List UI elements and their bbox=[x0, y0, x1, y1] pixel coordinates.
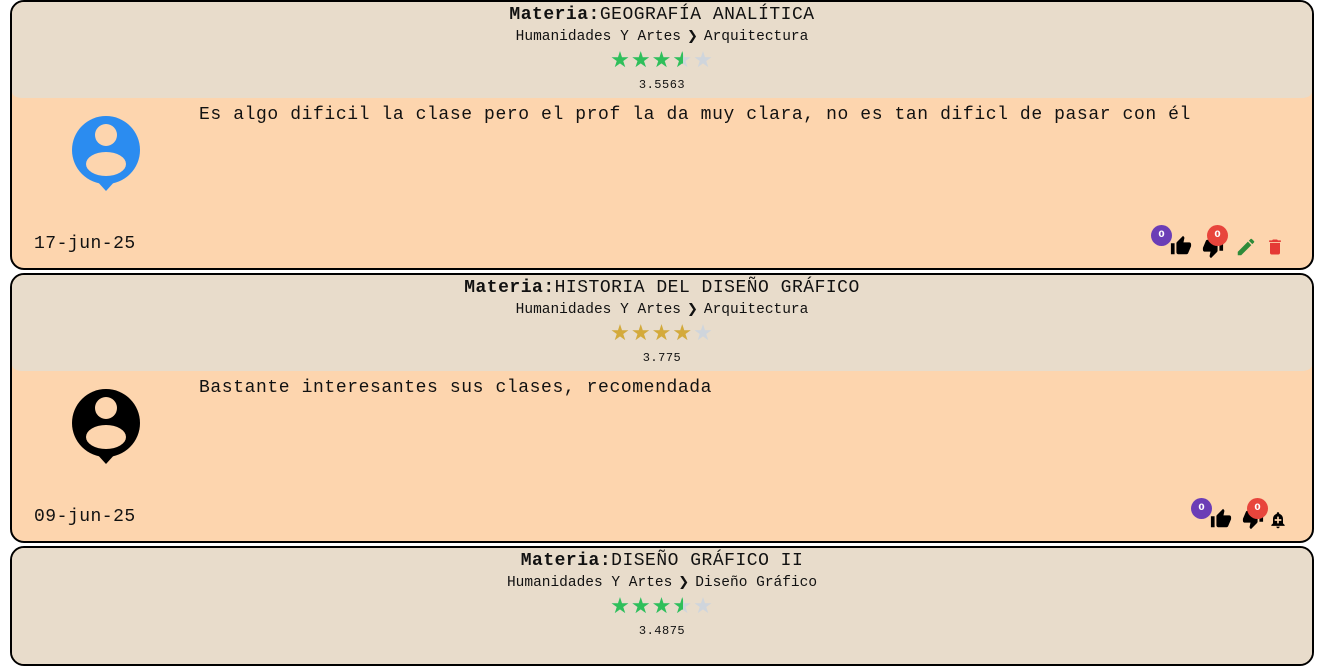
chevron-right-icon: ❯ bbox=[687, 302, 698, 317]
review-card: Materia:HISTORIA DEL DISEÑO GRÁFICO Huma… bbox=[10, 273, 1314, 543]
review-date: 17-jun-25 bbox=[34, 234, 136, 254]
star-icon: ★★ bbox=[610, 321, 631, 346]
delete-icon[interactable] bbox=[1265, 236, 1285, 258]
thumbs-up-icon[interactable] bbox=[1210, 508, 1232, 530]
star-icon: ★★ bbox=[630, 594, 652, 619]
review-actions: 0 0 bbox=[1132, 495, 1302, 535]
star-icon: ★★ bbox=[672, 594, 694, 619]
review-comment: Bastante interesantes sus clases, recome… bbox=[199, 378, 713, 398]
review-comment: Es algo dificil la clase pero el prof la… bbox=[199, 105, 1191, 125]
star-icon: ★★ bbox=[672, 321, 694, 346]
star-icon: ★ bbox=[693, 321, 714, 346]
dislikes-count-badge: 0 bbox=[1247, 498, 1268, 519]
review-date: 09-jun-25 bbox=[34, 507, 136, 527]
review-actions: 0 0 bbox=[1132, 222, 1302, 262]
rating-score: 3.775 bbox=[642, 351, 682, 365]
star-rating: ★★★★★★★★★ bbox=[12, 322, 1312, 346]
breadcrumb: Humanidades Y Artes ❯ Arquitectura bbox=[515, 302, 809, 318]
subject-title: Materia:GEOGRAFÍA ANALÍTICA bbox=[509, 5, 815, 25]
chevron-right-icon: ❯ bbox=[678, 575, 690, 590]
star-icon: ★★ bbox=[630, 321, 652, 346]
dislikes-count-badge: 0 bbox=[1207, 225, 1228, 246]
review-header: Materia:GEOGRAFÍA ANALÍTICA Humanidades … bbox=[12, 2, 1312, 98]
user-avatar-icon bbox=[72, 389, 140, 464]
star-icon: ★★ bbox=[651, 48, 673, 73]
breadcrumb: Humanidades Y Artes ❯ Diseño Gráfico bbox=[506, 575, 818, 591]
review-header: Materia:HISTORIA DEL DISEÑO GRÁFICO Huma… bbox=[12, 275, 1312, 371]
star-rating: ★★★★★★★★★ bbox=[12, 49, 1312, 73]
star-icon: ★★ bbox=[651, 594, 673, 619]
subject-title: Materia:HISTORIA DEL DISEÑO GRÁFICO bbox=[464, 278, 860, 298]
star-icon: ★★ bbox=[651, 321, 673, 346]
rating-score: 3.4875 bbox=[638, 624, 686, 638]
rating-score: 3.5563 bbox=[638, 78, 686, 92]
star-icon: ★★ bbox=[630, 48, 652, 73]
review-card: Materia:GEOGRAFÍA ANALÍTICA Humanidades … bbox=[10, 0, 1314, 270]
likes-count-badge: 0 bbox=[1191, 498, 1212, 519]
review-header: Materia:DISEÑO GRÁFICO II Humanidades Y … bbox=[12, 548, 1312, 664]
likes-count-badge: 0 bbox=[1151, 225, 1172, 246]
star-rating: ★★★★★★★★★ bbox=[12, 595, 1312, 619]
breadcrumb: Humanidades Y Artes ❯ Arquitectura bbox=[515, 29, 809, 45]
user-avatar-icon bbox=[72, 116, 140, 191]
star-icon: ★★ bbox=[610, 594, 631, 619]
thumbs-up-icon[interactable] bbox=[1170, 235, 1192, 257]
star-icon: ★★ bbox=[610, 48, 631, 73]
review-card: Materia:DISEÑO GRÁFICO II Humanidades Y … bbox=[10, 546, 1314, 666]
star-icon: ★ bbox=[693, 48, 714, 73]
report-bell-icon[interactable] bbox=[1268, 509, 1288, 531]
chevron-right-icon: ❯ bbox=[687, 29, 698, 44]
subject-title: Materia:DISEÑO GRÁFICO II bbox=[520, 551, 804, 571]
star-icon: ★★ bbox=[672, 48, 694, 73]
star-icon: ★ bbox=[693, 594, 714, 619]
edit-icon[interactable] bbox=[1235, 236, 1257, 258]
